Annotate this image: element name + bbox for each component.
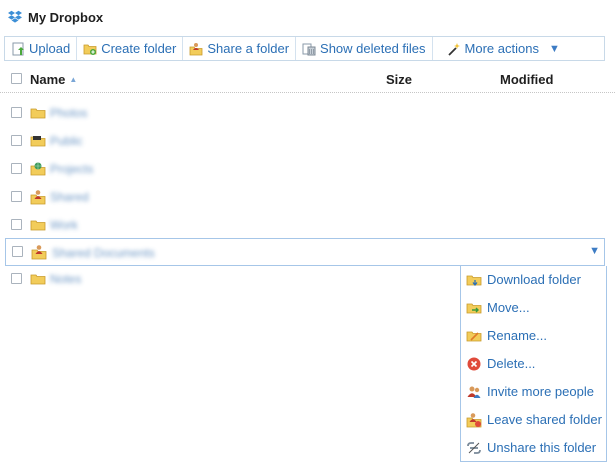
menu-item-move[interactable]: Move... bbox=[461, 297, 608, 319]
menu-item-leave[interactable]: Leave shared folder bbox=[461, 409, 608, 431]
create-folder-label: Create folder bbox=[101, 41, 177, 56]
menu-item-download-label: Download folder bbox=[487, 272, 581, 287]
row-checkbox[interactable] bbox=[11, 107, 22, 118]
row-menu-chevron-icon[interactable]: ▼ bbox=[589, 245, 600, 257]
shared-globe-folder-icon bbox=[30, 162, 46, 176]
file-row[interactable]: Projects bbox=[0, 158, 615, 180]
file-name[interactable]: Projects bbox=[50, 162, 93, 176]
menu-item-move-label: Move... bbox=[487, 300, 530, 315]
leave-shared-folder-icon bbox=[466, 413, 482, 428]
magic-wand-icon bbox=[447, 42, 460, 56]
menu-item-unshare[interactable]: Unshare this folder bbox=[461, 437, 608, 459]
show-deleted-button[interactable]: Show deleted files bbox=[296, 37, 433, 60]
menu-item-unshare-label: Unshare this folder bbox=[487, 440, 597, 455]
name-column-label: Name bbox=[30, 72, 66, 87]
row-checkbox[interactable] bbox=[11, 219, 22, 230]
select-all-checkbox[interactable] bbox=[11, 73, 22, 84]
file-row[interactable]: Public bbox=[0, 130, 615, 152]
delete-icon bbox=[467, 357, 481, 371]
file-list-header: Name ▲ Size Modified bbox=[0, 66, 615, 93]
create-folder-button[interactable]: Create folder bbox=[77, 37, 184, 60]
toolbar: Upload Create folder Share a folder Show… bbox=[4, 36, 605, 61]
file-name[interactable]: Shared Documents bbox=[52, 246, 155, 260]
more-actions-button[interactable]: More actions ▼ bbox=[433, 37, 566, 60]
share-folder-button[interactable]: Share a folder bbox=[183, 37, 297, 60]
row-checkbox[interactable] bbox=[11, 163, 22, 174]
rename-folder-icon bbox=[466, 331, 482, 342]
menu-item-delete-label: Delete... bbox=[487, 356, 536, 371]
menu-item-download[interactable]: Download folder bbox=[461, 269, 608, 291]
row-checkbox[interactable] bbox=[12, 246, 23, 257]
share-folder-label: Share a folder bbox=[207, 41, 290, 56]
menu-item-invite-label: Invite more people bbox=[487, 384, 594, 399]
file-name[interactable]: Shared bbox=[50, 190, 89, 204]
folder-icon bbox=[30, 274, 46, 285]
menu-item-rename[interactable]: Rename... bbox=[461, 325, 608, 347]
menu-item-leave-label: Leave shared folder bbox=[487, 412, 602, 427]
row-checkbox[interactable] bbox=[11, 273, 22, 284]
more-actions-label: More actions bbox=[464, 41, 539, 56]
menu-item-rename-label: Rename... bbox=[487, 328, 547, 343]
folder-icon bbox=[30, 220, 46, 231]
deleted-files-icon bbox=[302, 43, 316, 55]
file-row[interactable]: Shared bbox=[0, 186, 615, 208]
file-row[interactable]: Work bbox=[0, 214, 615, 236]
modified-column-header[interactable]: Modified bbox=[500, 72, 553, 87]
shared-folder-icon bbox=[30, 190, 46, 205]
share-folder-icon bbox=[189, 42, 203, 55]
move-folder-icon bbox=[466, 303, 482, 314]
menu-item-invite[interactable]: Invite more people bbox=[461, 381, 608, 403]
dropbox-logo-icon bbox=[8, 10, 22, 23]
new-folder-icon bbox=[83, 44, 97, 55]
file-row[interactable]: Photos bbox=[0, 102, 615, 124]
file-name[interactable]: Notes bbox=[50, 272, 81, 286]
upload-icon bbox=[12, 42, 24, 55]
upload-button[interactable]: Upload bbox=[5, 37, 78, 60]
public-folder-icon bbox=[30, 136, 46, 147]
folder-context-menu: Download folder Move... Rename... Delete… bbox=[460, 266, 607, 462]
file-name[interactable]: Photos bbox=[50, 106, 87, 120]
row-checkbox[interactable] bbox=[11, 135, 22, 146]
upload-label: Upload bbox=[29, 41, 71, 56]
row-checkbox[interactable] bbox=[11, 191, 22, 202]
unshare-icon bbox=[467, 442, 481, 454]
page-title: My Dropbox bbox=[8, 8, 103, 26]
folder-icon bbox=[30, 108, 46, 119]
chevron-down-icon: ▼ bbox=[548, 42, 560, 55]
shared-folder-icon bbox=[31, 245, 47, 260]
name-column-header[interactable]: Name ▲ bbox=[30, 72, 77, 87]
size-column-header[interactable]: Size bbox=[386, 72, 412, 87]
page-title-text: My Dropbox bbox=[28, 9, 104, 25]
sort-ascending-icon: ▲ bbox=[69, 75, 78, 84]
file-name[interactable]: Work bbox=[50, 218, 78, 232]
file-row-selected[interactable]: Shared Documents ▼ bbox=[5, 238, 605, 266]
file-name[interactable]: Public bbox=[50, 134, 83, 148]
download-folder-icon bbox=[466, 275, 482, 287]
invite-people-icon bbox=[467, 386, 481, 398]
menu-item-delete[interactable]: Delete... bbox=[461, 353, 608, 375]
show-deleted-label: Show deleted files bbox=[320, 41, 426, 56]
